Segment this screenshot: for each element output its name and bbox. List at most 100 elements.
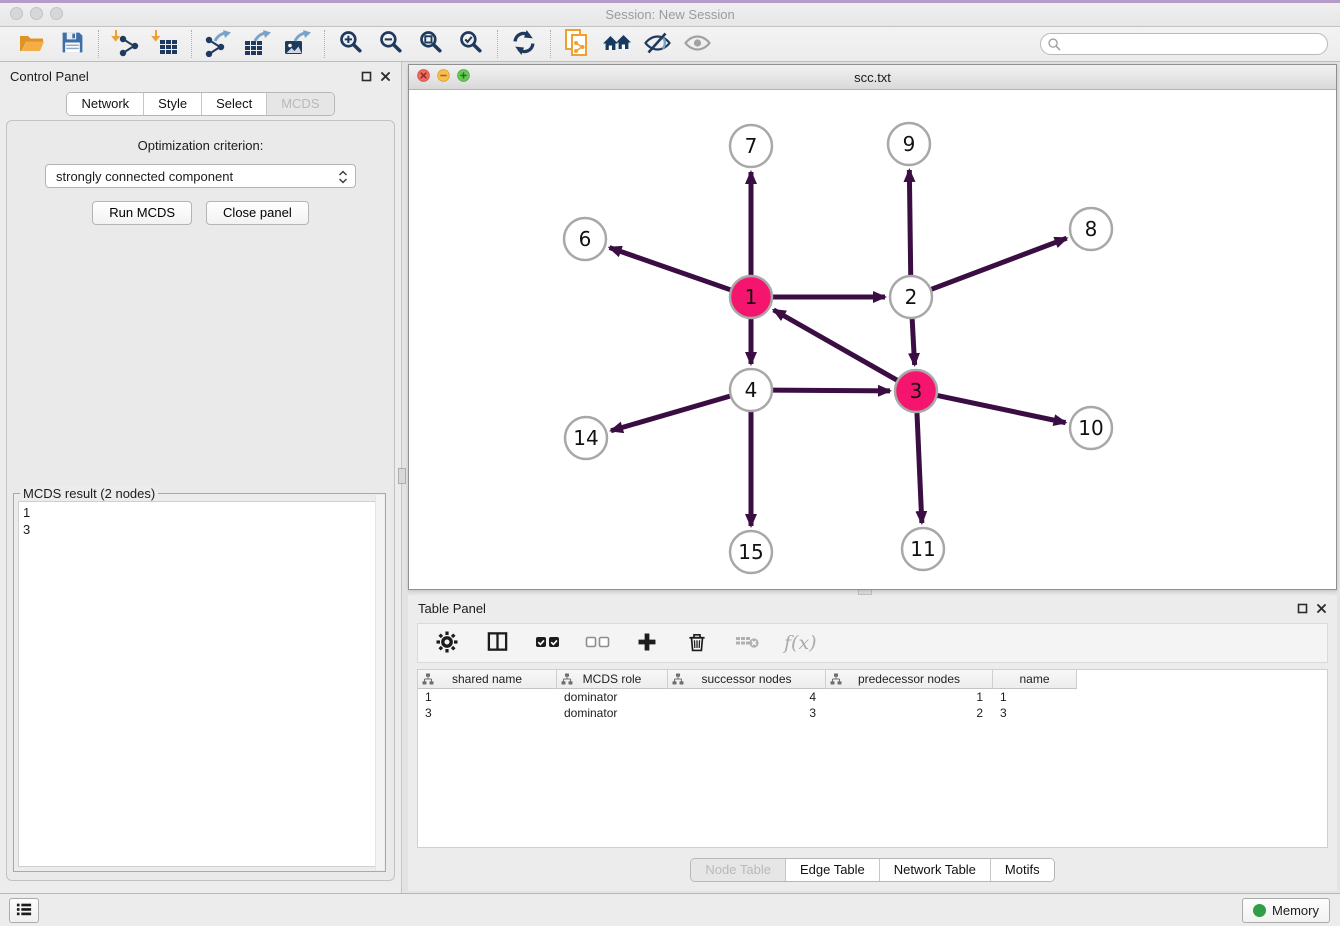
optimization-criterion-select[interactable]: strongly connected component [45,164,356,188]
export-table-button[interactable] [238,29,278,59]
cell-name[interactable]: 3 [993,706,1077,720]
float-table-panel-icon[interactable] [1297,603,1308,614]
cell-successor-nodes[interactable]: 4 [668,690,826,704]
select-all-rows-button[interactable] [534,629,560,657]
network-canvas[interactable]: 7 9 6 8 1 2 4 3 14 10 15 11 [409,90,1336,589]
delete-column-button[interactable] [684,629,710,657]
mcds-result-text[interactable]: 1 3 [18,501,381,867]
cell-name[interactable]: 1 [993,690,1077,704]
zoom-fit-button[interactable] [411,29,451,59]
tab-style[interactable]: Style [143,93,201,115]
cell-MCDS-role[interactable]: dominator [557,706,668,720]
mcds-result-scrollbar[interactable] [375,495,384,870]
show-graphics-button[interactable] [677,29,717,59]
graph-node-4[interactable]: 4 [730,369,772,411]
node-label: 15 [738,540,763,564]
export-table-icon [243,29,274,60]
network-window-titlebar: scc.txt [409,65,1336,90]
cell-shared-name[interactable]: 1 [418,690,557,704]
cell-shared-name[interactable]: 3 [418,706,557,720]
column-header-MCDS-role[interactable]: MCDS role [557,670,668,689]
import-network-button[interactable] [105,29,145,59]
open-session-button[interactable] [12,29,52,59]
node-table-header: shared nameMCDS rolesuccessor nodesprede… [418,670,1327,689]
graph-node-3[interactable]: 3 [895,370,937,412]
table-row-0[interactable]: 1dominator411 [418,689,1327,705]
save-session-button[interactable] [52,29,92,59]
graph-node-14[interactable]: 14 [565,417,607,459]
tab-select[interactable]: Select [201,93,266,115]
column-header-name[interactable]: name [993,670,1077,689]
tab-motifs[interactable]: Motifs [990,859,1054,881]
duplicate-network-button[interactable] [557,29,597,59]
import-table-button[interactable] [145,29,185,59]
search-icon [1047,37,1062,55]
tab-edge-table[interactable]: Edge Table [785,859,879,881]
home-button[interactable] [597,29,637,59]
cell-successor-nodes[interactable]: 3 [668,706,826,720]
graph-node-8[interactable]: 8 [1070,208,1112,250]
eye-slash-icon [643,30,672,59]
tab-mcds[interactable]: MCDS [266,93,333,115]
optimization-criterion-label: Optimization criterion: [7,138,394,153]
tab-network-table[interactable]: Network Table [879,859,990,881]
graph-node-7[interactable]: 7 [730,125,772,167]
graph-node-1[interactable]: 1 [730,276,772,318]
graph-node-6[interactable]: 6 [564,218,606,260]
export-network-button[interactable] [198,29,238,59]
hide-graphics-button[interactable] [637,29,677,59]
edge-1-6[interactable] [610,248,732,290]
vertical-splitter-grip[interactable] [398,468,406,484]
tab-node-table[interactable]: Node Table [691,859,785,881]
cell-predecessor-nodes[interactable]: 1 [826,690,993,704]
table-panel: Table Panel f(x) shared nameMCDS rolesuc… [408,595,1337,891]
memory-status-icon [1253,904,1266,917]
run-mcds-button[interactable]: Run MCDS [92,201,192,225]
function-builder-button[interactable]: f(x) [784,629,817,657]
tree-icon [830,673,842,689]
export-image-button[interactable] [278,29,318,59]
close-panel-button[interactable]: Close panel [206,201,309,225]
table-settings-button[interactable] [434,629,460,657]
graph-node-10[interactable]: 10 [1070,407,1112,449]
column-header-successor-nodes[interactable]: successor nodes [668,670,826,689]
graph-node-2[interactable]: 2 [890,276,932,318]
close-panel-icon[interactable] [380,71,391,82]
edge-4-3[interactable] [772,390,890,391]
cell-MCDS-role[interactable]: dominator [557,690,668,704]
close-table-panel-icon[interactable] [1316,603,1327,614]
graph-node-11[interactable]: 11 [902,528,944,570]
edge-4-14[interactable] [611,396,731,431]
zoom-selected-button[interactable] [451,29,491,59]
tab-network[interactable]: Network [67,93,143,115]
graph-node-9[interactable]: 9 [888,123,930,165]
toggle-columns-button[interactable] [484,629,510,657]
refresh-view-button[interactable] [504,29,544,59]
deselect-all-rows-button[interactable] [584,629,610,657]
edge-3-1[interactable] [774,310,898,381]
edge-2-3[interactable] [912,318,915,365]
graph-node-15[interactable]: 15 [730,531,772,573]
memory-button[interactable]: Memory [1242,898,1330,923]
table-row-1[interactable]: 3dominator323 [418,705,1327,721]
add-column-button[interactable] [634,629,660,657]
zoom-in-button[interactable] [331,29,371,59]
zoom-out-icon [378,29,405,59]
save-icon [60,30,85,58]
edge-3-10[interactable] [937,395,1066,422]
float-panel-icon[interactable] [361,71,372,82]
task-history-button[interactable] [9,898,39,923]
edge-2-9[interactable] [909,170,910,276]
column-header-predecessor-nodes[interactable]: predecessor nodes [826,670,993,689]
toolbar-separator [98,30,99,58]
edge-2-8[interactable] [931,238,1067,289]
edge-3-11[interactable] [917,412,922,523]
fx-icon: f(x) [784,632,817,654]
node-table-body: 1dominator4113dominator323 [418,689,1327,721]
column-header-shared-name[interactable]: shared name [418,670,557,689]
screen-edge-strip [0,0,1340,3]
delete-table-button[interactable] [734,629,760,657]
cell-predecessor-nodes[interactable]: 2 [826,706,993,720]
zoom-out-button[interactable] [371,29,411,59]
search-input[interactable] [1040,33,1328,55]
